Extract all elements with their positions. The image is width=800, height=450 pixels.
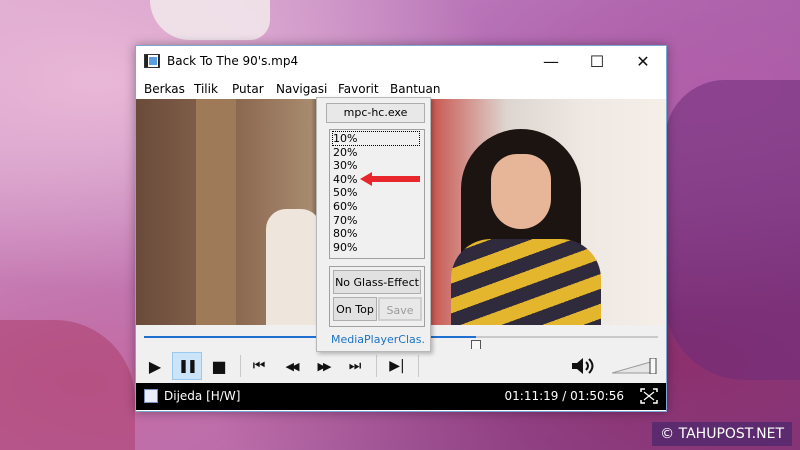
- speaker-icon[interactable]: [570, 356, 596, 376]
- wallpaper-shape: [150, 0, 270, 40]
- menu-favorit[interactable]: Favorit: [338, 82, 379, 96]
- pause-button[interactable]: ❚❚: [172, 352, 202, 380]
- film-icon: [144, 54, 160, 68]
- video-scene-shape: [491, 154, 551, 229]
- frame-step-button[interactable]: ▶|: [382, 352, 412, 380]
- on-top-button[interactable]: On Top: [333, 297, 377, 321]
- toolbar-divider: [240, 355, 241, 377]
- opacity-option[interactable]: 10%: [332, 131, 420, 146]
- opacity-option[interactable]: 20%: [333, 146, 357, 159]
- wallpaper-shape: [665, 80, 800, 380]
- popup-options-group: No Glass-Effect On Top Save: [329, 266, 425, 327]
- playback-toolbar: ▶ ❚❚ ■ ⏮ ◀◀ ▶▶ ⏭ ▶|: [136, 349, 666, 383]
- menu-bar: Berkas Tilik Putar Navigasi Favorit Bant…: [136, 77, 666, 99]
- maximize-button[interactable]: ☐: [574, 46, 620, 77]
- minimize-button[interactable]: —: [528, 46, 574, 77]
- opacity-option[interactable]: 60%: [333, 200, 357, 213]
- opacity-list[interactable]: 10% 20% 30% 40% 50% 60% 70% 80% 90%: [329, 129, 425, 259]
- video-scene-shape: [196, 99, 236, 325]
- status-file-icon: [144, 389, 158, 403]
- menu-berkas[interactable]: Berkas: [144, 82, 185, 96]
- toolbar-divider: [418, 355, 419, 377]
- menu-putar[interactable]: Putar: [232, 82, 264, 96]
- menu-bantuan[interactable]: Bantuan: [390, 82, 440, 96]
- title-bar[interactable]: Back To The 90's.mp4 — ☐ ✕: [136, 46, 666, 77]
- wallpaper-shape: [0, 320, 135, 450]
- status-text: Dijeda [H/W]: [164, 389, 241, 403]
- opacity-option[interactable]: 80%: [333, 227, 357, 240]
- opacity-option[interactable]: 40%: [333, 173, 357, 186]
- opacity-option[interactable]: 50%: [333, 186, 357, 199]
- toolbar-divider: [376, 355, 377, 377]
- opacity-option[interactable]: 30%: [333, 159, 357, 172]
- play-button[interactable]: ▶: [140, 352, 170, 380]
- pause-icon: ❚❚: [178, 358, 198, 374]
- stop-button[interactable]: ■: [204, 352, 234, 380]
- no-glass-effect-button[interactable]: No Glass-Effect: [333, 270, 421, 294]
- red-arrow-annotation: [360, 172, 420, 186]
- previous-button[interactable]: ⏮: [244, 352, 274, 380]
- menu-navigasi[interactable]: Navigasi: [276, 82, 327, 96]
- popup-title: mpc-hc.exe: [326, 103, 425, 123]
- video-scene-shape: [266, 209, 321, 325]
- rewind-button[interactable]: ◀◀: [276, 352, 306, 380]
- mpc-link[interactable]: MediaPlayerClas...: [331, 333, 426, 346]
- opacity-option[interactable]: 90%: [333, 241, 357, 254]
- status-bar: Dijeda [H/W] 01:11:19 / 01:50:56: [136, 383, 666, 410]
- menu-tilik[interactable]: Tilik: [194, 82, 218, 96]
- close-button[interactable]: ✕: [620, 46, 666, 77]
- watermark-label: © TAHUPOST.NET: [652, 422, 792, 446]
- transparency-popup: mpc-hc.exe 10% 20% 30% 40% 50% 60% 70% 80% 90% N…: [316, 97, 431, 352]
- time-display: 01:11:19 / 01:50:56: [504, 389, 624, 403]
- video-scene-shape: [451, 239, 601, 325]
- save-button[interactable]: Save: [378, 297, 422, 321]
- volume-slider[interactable]: [612, 358, 660, 374]
- window-title: Back To The 90's.mp4: [167, 54, 299, 68]
- next-button[interactable]: ⏭: [340, 352, 370, 380]
- forward-button[interactable]: ▶▶: [308, 352, 338, 380]
- fullscreen-icon[interactable]: [640, 388, 658, 404]
- opacity-option[interactable]: 70%: [333, 214, 357, 227]
